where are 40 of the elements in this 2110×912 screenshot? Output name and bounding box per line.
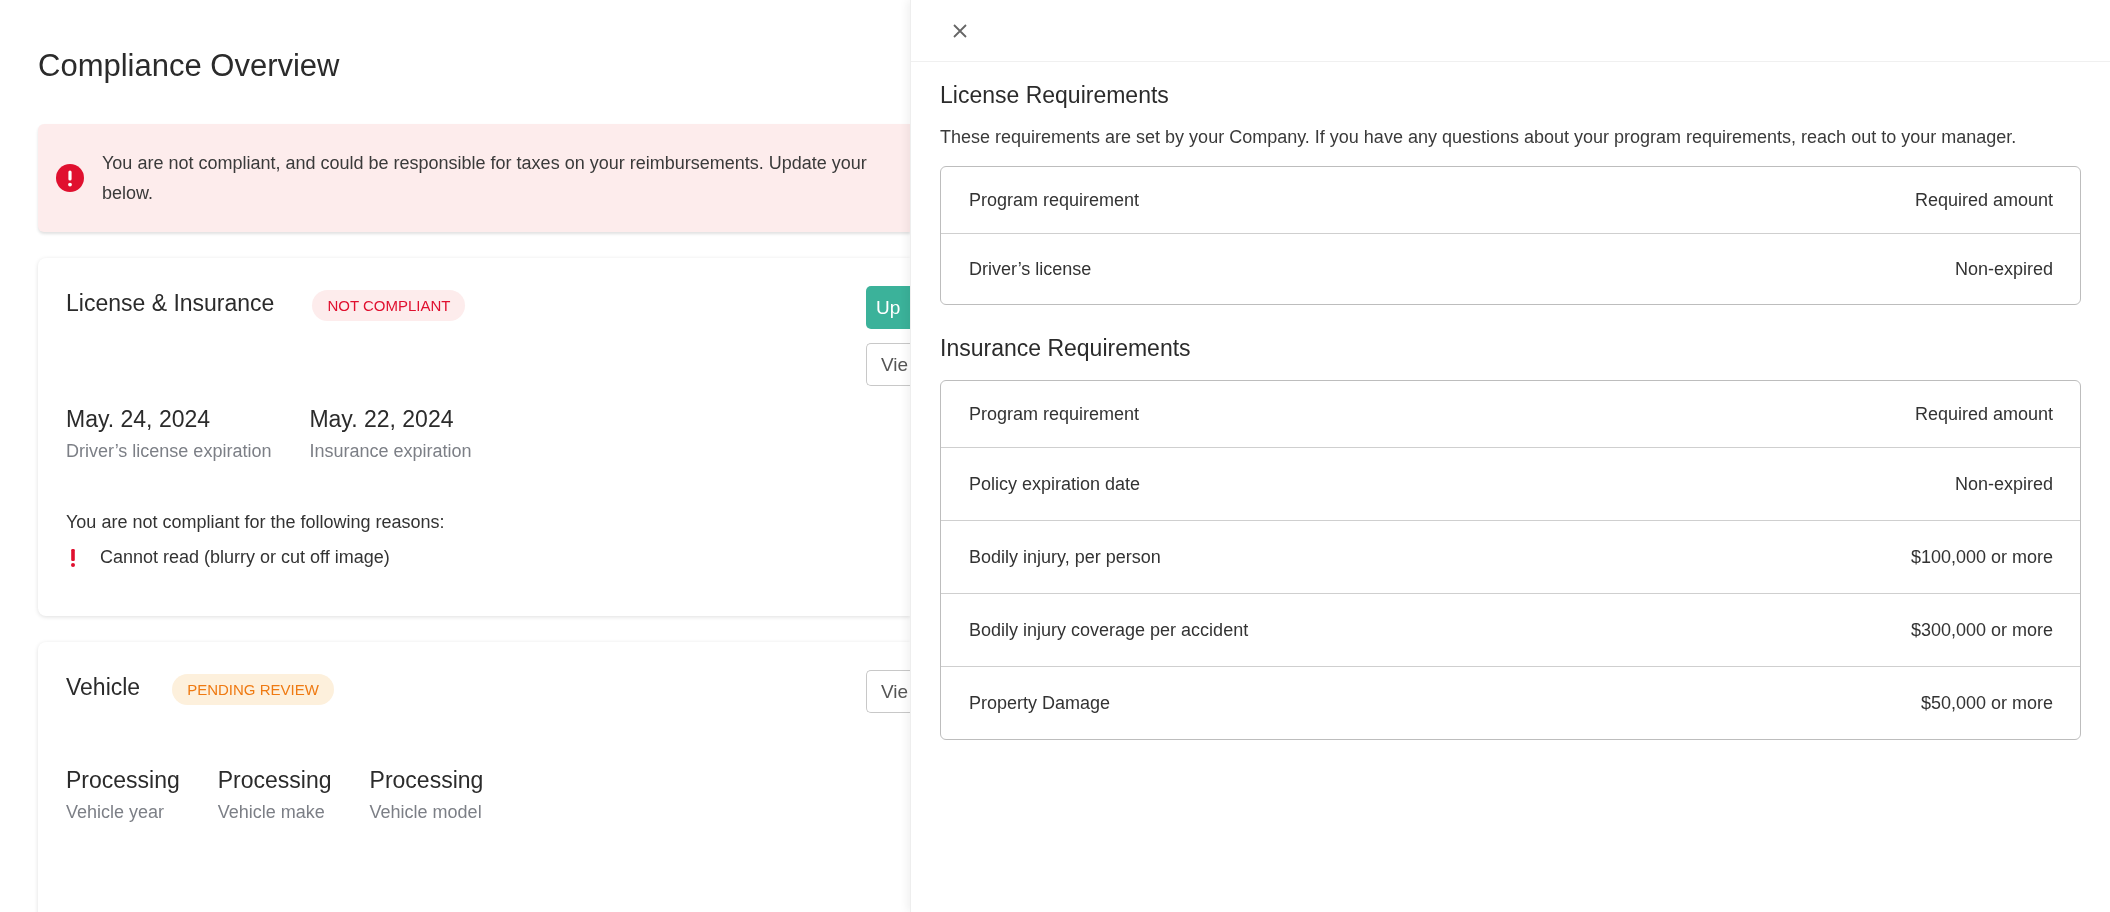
table-cell: Bodily injury coverage per accident	[969, 619, 1249, 641]
table-cell: $50,000 or more	[1920, 692, 2053, 714]
field-label: Vehicle year	[66, 802, 166, 823]
table-cell: Policy expiration date	[969, 473, 1141, 495]
warning-mark-icon	[70, 548, 76, 567]
field-value: Processing	[369, 767, 484, 794]
field-label: Vehicle make	[217, 802, 326, 823]
section-description: These requirements are set by your Company. If you have any questions about your program requirements, reach out to your manager.	[940, 127, 2018, 148]
close-icon	[953, 23, 967, 38]
field-value: Processing	[66, 767, 180, 794]
table-cell: Non-expired	[1954, 258, 2053, 280]
status-badge: PENDING REVIEW	[172, 674, 334, 705]
column-header: Required amount	[1914, 403, 2053, 425]
column-header: Program requirement	[969, 189, 1140, 211]
section-title: Insurance Requirements	[940, 335, 1192, 362]
field-value: Processing	[217, 767, 332, 794]
field-value: May. 22, 2024	[309, 406, 455, 433]
page-title: Compliance Overview	[38, 48, 341, 84]
view-button[interactable]: Vie	[866, 670, 910, 713]
table-cell: Non-expired	[1954, 473, 2053, 495]
view-button[interactable]: Vie	[866, 343, 910, 386]
table-cell: Property Damage	[969, 692, 1111, 714]
error-icon	[56, 164, 84, 192]
alert-message: You are not compliant, and could be responsible for taxes on your reimbursements. Update your below.	[102, 152, 867, 205]
reasons-heading: You are not compliant for the following reasons:	[66, 512, 446, 533]
table-cell: $100,000 or more	[1910, 546, 2053, 568]
table-cell: $300,000 or more	[1910, 619, 2053, 641]
reason-text: Cannot read (blurry or cut off image)	[100, 547, 390, 568]
field-label: Insurance expiration	[309, 441, 472, 462]
table-cell: Bodily injury, per person	[969, 546, 1161, 568]
status-badge: NOT COMPLIANT	[312, 290, 466, 321]
field-label: Driver’s license expiration	[66, 441, 272, 462]
section-title: License Requirements	[940, 82, 1170, 109]
card-title: License & Insurance	[66, 290, 275, 317]
table-cell: Driver’s license	[969, 258, 1092, 280]
column-header: Program requirement	[969, 403, 1140, 425]
field-label: Vehicle model	[369, 802, 483, 823]
column-header: Required amount	[1914, 189, 2053, 211]
field-value: May. 24, 2024	[66, 406, 212, 433]
card-title: Vehicle	[66, 674, 141, 701]
